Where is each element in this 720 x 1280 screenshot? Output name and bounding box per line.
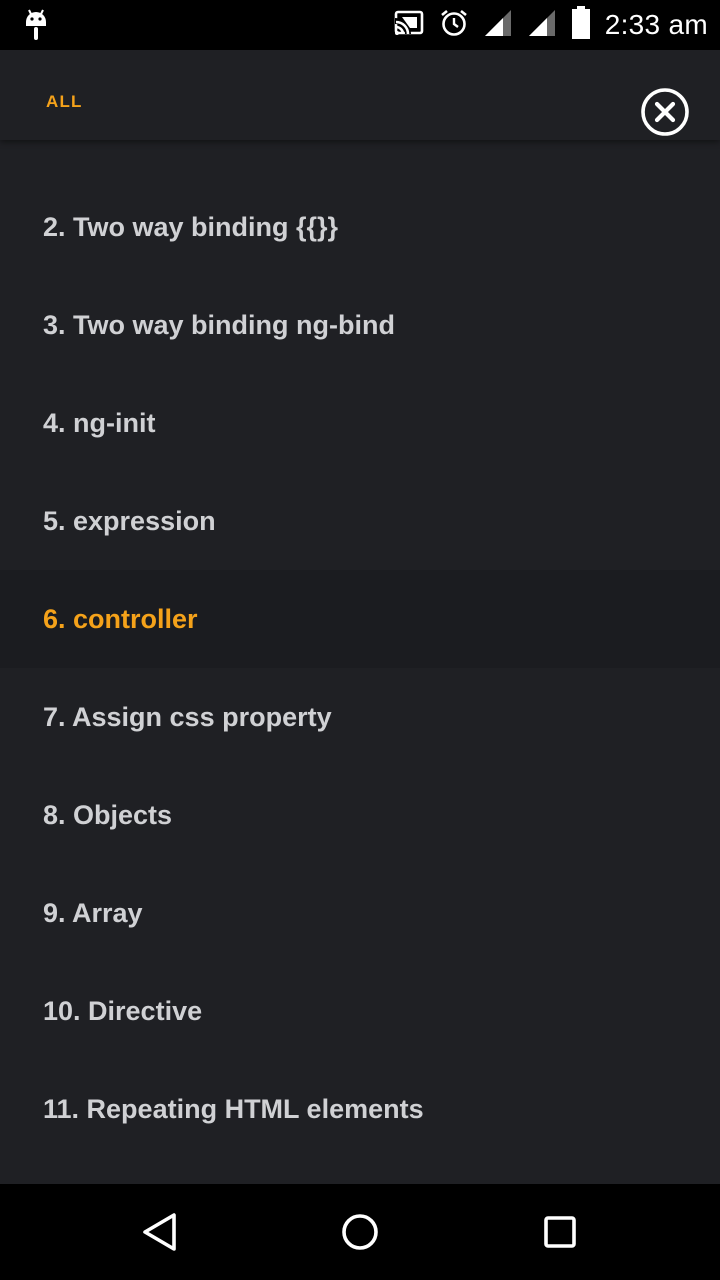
signal-icon <box>483 8 513 43</box>
list-item-label: 3. Two way binding ng-bind <box>43 309 395 340</box>
home-icon <box>342 1214 378 1250</box>
back-icon <box>143 1213 176 1251</box>
recents-icon <box>544 1216 576 1248</box>
close-button[interactable] <box>640 87 690 137</box>
recents-button[interactable] <box>536 1208 584 1256</box>
list-item[interactable]: 5. expression <box>0 472 720 570</box>
list-item-label: 2. Two way binding {{}} <box>43 211 339 242</box>
list-item-label: 11. Repeating HTML elements <box>43 1093 424 1124</box>
android-debug-icon <box>22 8 50 47</box>
list-item-label: 4. ng-init <box>43 407 156 438</box>
system-nav-bar <box>0 1184 720 1280</box>
list-item[interactable]: 3. Two way binding ng-bind <box>0 276 720 374</box>
list-item[interactable]: 9. Array <box>0 864 720 962</box>
filter-header: ALL <box>0 50 720 140</box>
cast-icon <box>393 9 425 42</box>
chapter-list: 2. Two way binding {{}} 3. Two way bindi… <box>0 140 720 1184</box>
status-bar: 2:33 am <box>0 0 720 50</box>
close-circle-icon <box>641 88 689 136</box>
battery-icon <box>571 5 591 45</box>
list-item-label: 5. expression <box>43 505 216 536</box>
list-item-label: 9. Array <box>43 897 143 928</box>
status-time: 2:33 am <box>604 9 708 40</box>
list-item-label: 7. Assign css property <box>43 701 332 732</box>
alarm-icon <box>439 8 469 43</box>
list-item[interactable]: 11. Repeating HTML elements <box>0 1060 720 1158</box>
list-item-label: 6. controller <box>43 603 198 634</box>
list-item[interactable]: 4. ng-init <box>0 374 720 472</box>
signal-icon <box>527 8 557 43</box>
status-icons: 2:33 am <box>393 0 708 50</box>
list-item-active[interactable]: 6. controller <box>0 570 720 668</box>
back-button[interactable] <box>136 1208 184 1256</box>
list-item[interactable]: 10. Directive <box>0 962 720 1060</box>
filter-all-tab[interactable]: ALL <box>46 92 83 112</box>
list-item[interactable]: 2. Two way binding {{}} <box>0 178 720 276</box>
list-item-label: 10. Directive <box>43 995 203 1026</box>
list-item[interactable]: 8. Objects <box>0 766 720 864</box>
screen: 2:33 am ALL 2. Two way binding {{}} 3. T… <box>0 0 720 1280</box>
list-item[interactable]: 7. Assign css property <box>0 668 720 766</box>
home-button[interactable] <box>336 1208 384 1256</box>
list-item-label: 8. Objects <box>43 799 173 830</box>
